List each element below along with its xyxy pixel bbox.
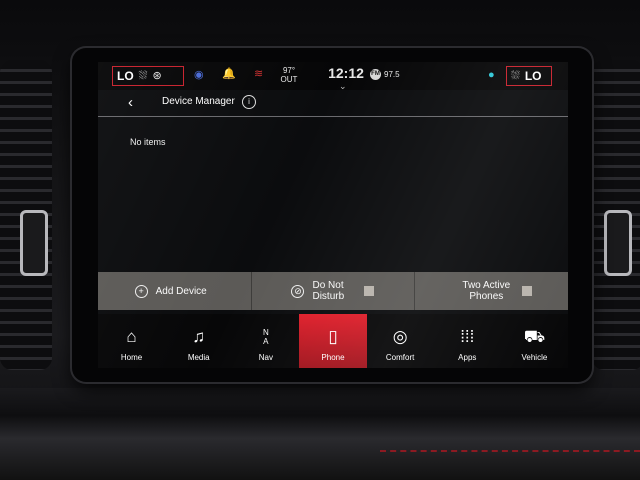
info-icon[interactable]: i (242, 95, 256, 109)
dashboard-trim (0, 388, 640, 480)
voice-icon[interactable]: ◉ (194, 70, 204, 81)
nav-label: Media (187, 353, 210, 362)
nav-label: Comfort (385, 353, 415, 362)
notification-bell-icon[interactable]: 🔔 (222, 69, 236, 80)
right-air-vent (592, 60, 640, 370)
alexa-icon[interactable]: ● (488, 70, 495, 81)
two-active-phones-checkbox[interactable] (522, 286, 533, 296)
vehicle-icon: ⛟ (523, 327, 546, 346)
nav-apps[interactable]: ⁞⁞⁞ Apps (434, 314, 501, 368)
home-icon: ⌂ (126, 327, 137, 346)
seat-heat-icon: ⛆ (511, 69, 520, 82)
red-stitching (380, 450, 640, 454)
outside-temp-label: OUT (280, 75, 298, 84)
nav-vehicle[interactable]: ⛟ Vehicle (501, 314, 568, 368)
vent-knob (604, 210, 632, 276)
compass-north-letter: N (262, 328, 269, 337)
apps-grid-icon: ⁞⁞⁞ (460, 327, 475, 346)
nav-label: Vehicle (521, 353, 548, 362)
outside-temperature: 97° OUT (280, 66, 298, 84)
nav-label: Home (120, 353, 143, 362)
outside-temp-value: 97° (282, 66, 296, 75)
nav-media[interactable]: ♫ Media (165, 314, 232, 368)
bottom-nav-bar: ⌂ Home ♫ Media N A Nav ▯ Phone ◎ Comfort… (98, 314, 568, 368)
passenger-climate-button[interactable]: ⛆ LO (506, 66, 552, 86)
add-device-button[interactable]: + Add Device (98, 272, 253, 310)
passenger-climate-label: LO (524, 69, 542, 83)
plus-circle-icon: + (134, 284, 148, 298)
status-bar: LO ⛆ ⊛ ◉ 🔔 ≋ 97° OUT 12:12 ⌄ FM 97.5 ● ⛆… (98, 62, 568, 91)
add-device-label: Add Device (155, 285, 207, 297)
two-active-phones-toggle[interactable]: Two Active Phones (415, 272, 568, 310)
comfort-icon: ◎ (392, 327, 408, 346)
driver-climate-button[interactable]: LO ⛆ ⊛ (112, 66, 184, 86)
nav-nav[interactable]: N A Nav (232, 314, 299, 368)
page-title: Device Manager (162, 96, 235, 107)
nav-phone[interactable]: ▯ Phone (299, 314, 367, 368)
steering-wheel-heat-icon: ⊛ (152, 69, 162, 82)
radio-station: 97.5 (384, 70, 400, 79)
vent-knob (20, 210, 48, 276)
radio-badge: FM (370, 69, 381, 80)
radio-status[interactable]: FM 97.5 (370, 69, 400, 80)
nav-comfort[interactable]: ◎ Comfort (367, 314, 434, 368)
do-not-disturb-checkbox[interactable] (364, 286, 375, 296)
music-note-icon: ♫ (192, 327, 206, 346)
back-arrow-icon[interactable]: ‹ (128, 94, 133, 111)
page-header: ‹ Device Manager i (98, 90, 568, 117)
nav-label: Apps (458, 353, 477, 362)
device-action-bar: + Add Device ⊘ Do Not Disturb Two Active… (98, 272, 568, 310)
infotainment-screen: LO ⛆ ⊛ ◉ 🔔 ≋ 97° OUT 12:12 ⌄ FM 97.5 ● ⛆… (98, 62, 568, 368)
left-air-vent (0, 60, 52, 370)
driver-climate-label: LO (117, 69, 134, 83)
do-not-disturb-label: Do Not Disturb (312, 280, 345, 302)
clock[interactable]: 12:12 (326, 65, 366, 81)
nav-label: Phone (321, 353, 345, 362)
nav-home[interactable]: ⌂ Home (98, 314, 165, 368)
phone-icon: ▯ (328, 327, 338, 346)
do-not-disturb-icon: ⊘ (291, 284, 305, 298)
two-active-phones-label: Two Active Phones (462, 280, 511, 302)
compass-icon: N A (263, 328, 269, 348)
wifi-icon: ≋ (254, 68, 264, 80)
do-not-disturb-toggle[interactable]: ⊘ Do Not Disturb (252, 272, 415, 310)
nav-label: Nav (258, 353, 273, 362)
seat-heat-icon: ⛆ (138, 69, 148, 82)
compass-heading-letter: A (263, 337, 269, 346)
empty-list-message: No items (130, 137, 166, 147)
